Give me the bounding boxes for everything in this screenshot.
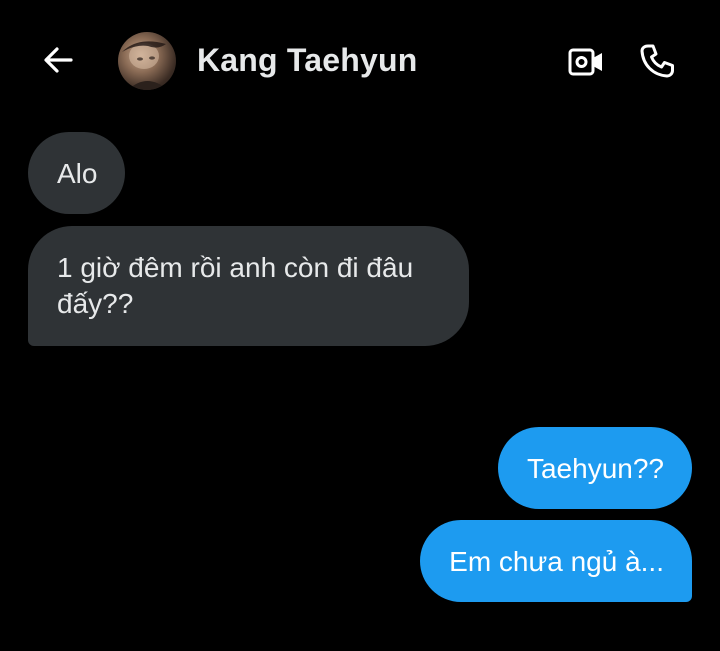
avatar[interactable] [118,32,176,90]
message-text: 1 giờ đêm rồi anh còn đi đâu đấy?? [57,252,414,319]
message-bubble-outgoing[interactable]: Taehyun?? [497,427,692,509]
message-text: Taehyun?? [526,453,664,484]
voice-call-button[interactable] [636,40,678,82]
message-bubble-incoming[interactable]: 1 giờ đêm rồi anh còn đi đâu đấy?? [28,226,469,346]
back-button[interactable] [38,40,78,80]
arrow-left-icon [44,47,73,73]
video-camera-icon [568,48,602,76]
avatar-image [122,41,168,90]
message-bubble-outgoing[interactable]: Em chưa ngủ à... [420,520,692,602]
contact-name[interactable]: Kang Taehyun [197,42,418,79]
conversation-header: Kang Taehyun [0,0,720,120]
phone-icon [640,44,674,78]
video-call-button[interactable] [566,42,606,82]
message-text: Em chưa ngủ à... [449,546,664,577]
message-text: Alo [57,158,98,189]
message-bubble-incoming[interactable]: Alo [28,132,126,214]
